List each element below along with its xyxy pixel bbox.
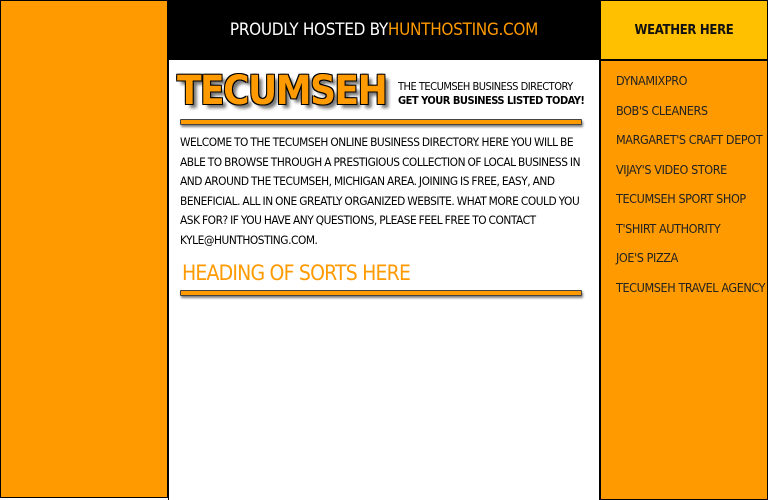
hosting-banner: PROUDLY HOSTED BY HUNTHOSTING.COM [168,0,600,60]
tagline-title: THE TECUMSEH BUSINESS DIRECTORY [398,80,573,93]
main-content: TECUMSEH THE TECUMSEH BUSINESS DIRECTORY… [168,60,600,500]
business-list-sidebar: DYNAMIXPRO BOB'S CLEANERS MARGARET'S CRA… [600,60,768,500]
business-link-tshirt-authority[interactable]: T'SHIRT AUTHORITY [616,221,767,251]
divider-top [180,119,582,125]
business-link-margarets-craft-depot[interactable]: MARGARET'S CRAFT DEPOT [616,132,767,162]
business-link-bobs-cleaners[interactable]: BOB'S CLEANERS [616,103,767,133]
business-link-dynamixpro[interactable]: DYNAMIXPRO [616,73,767,103]
section-heading: HEADING OF SORTS HERE [182,261,411,285]
left-sidebar [0,0,168,498]
tagline-cta[interactable]: GET YOUR BUSINESS LISTED TODAY! [398,94,585,108]
business-link-tecumseh-travel-agency[interactable]: TECUMSEH TRAVEL AGENCY [616,280,767,310]
hosting-link[interactable]: HUNTHOSTING.COM [388,20,538,40]
business-link-tecumseh-sport-shop[interactable]: TECUMSEH SPORT SHOP [616,191,767,221]
divider-heading [180,290,582,296]
tagline: THE TECUMSEH BUSINESS DIRECTORY GET YOUR… [398,80,585,108]
business-link-joes-pizza[interactable]: JOE'S PIZZA [616,250,767,280]
weather-widget: WEATHER HERE [600,0,768,60]
hosted-by-text: PROUDLY HOSTED BY [229,20,388,40]
site-logo[interactable]: TECUMSEH [177,68,388,114]
intro-paragraph: WELCOME TO THE TECUMSEH ONLINE BUSINESS … [180,135,581,247]
business-link-vijays-video-store[interactable]: VIJAY'S VIDEO STORE [616,162,767,192]
